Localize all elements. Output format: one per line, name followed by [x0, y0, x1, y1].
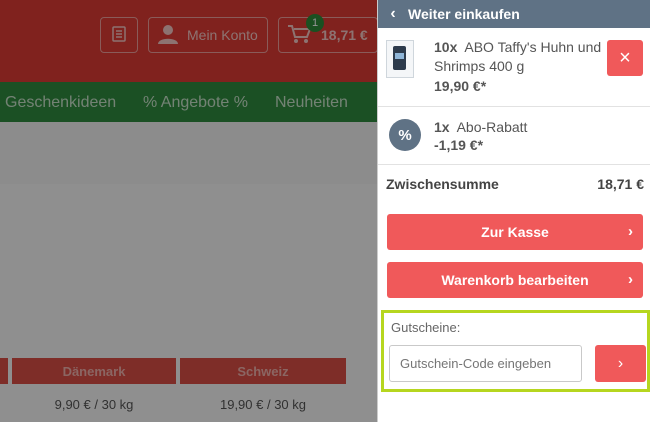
edit-cart-label: Warenkorb bearbeiten [441, 272, 589, 288]
coupon-label: Gutscheine: [391, 320, 461, 335]
subtotal-label: Zwischensumme [386, 176, 499, 192]
coupon-code-input[interactable] [389, 345, 582, 382]
close-icon: × [619, 46, 631, 69]
cart-line-item: 10x ABO Taffy's Huhn und Shrimps 400 g 1… [378, 28, 650, 107]
coupon-submit-button[interactable]: › [595, 345, 646, 382]
product-thumbnail[interactable] [386, 40, 414, 78]
checkout-button[interactable]: Zur Kasse › [387, 214, 643, 250]
chevron-left-icon: ‹ [390, 5, 396, 22]
discount-price: -1,19 €* [434, 137, 484, 153]
offcanvas-cart: ‹ Weiter einkaufen 10x ABO Taffy's Huhn … [377, 0, 650, 422]
edit-cart-button[interactable]: Warenkorb bearbeiten › [387, 262, 643, 298]
coupon-section: Gutscheine: › [381, 310, 650, 392]
percent-icon: % [389, 119, 421, 151]
continue-shopping-button[interactable]: ‹ Weiter einkaufen [378, 0, 650, 28]
chevron-right-icon: › [628, 271, 633, 288]
discount-text: 1x Abo-Rabatt [434, 118, 614, 137]
continue-shopping-label: Weiter einkaufen [408, 6, 520, 22]
product-name[interactable]: ABO Taffy's Huhn und Shrimps 400 g [434, 39, 601, 74]
subtotal-row: Zwischensumme 18,71 € [386, 176, 644, 192]
discount-name: Abo-Rabatt [456, 119, 528, 135]
product-price: 19,90 €* [434, 78, 487, 94]
subtotal-value: 18,71 € [597, 176, 644, 192]
discount-line-item: % 1x Abo-Rabatt -1,19 €* [378, 106, 650, 165]
product-text: 10x ABO Taffy's Huhn und Shrimps 400 g [434, 38, 614, 76]
checkout-label: Zur Kasse [481, 224, 549, 240]
chevron-right-icon: › [628, 223, 633, 240]
product-quantity: 10x [434, 39, 458, 55]
remove-item-button[interactable]: × [607, 40, 643, 76]
chevron-right-icon: › [617, 354, 624, 372]
discount-quantity: 1x [434, 119, 450, 135]
